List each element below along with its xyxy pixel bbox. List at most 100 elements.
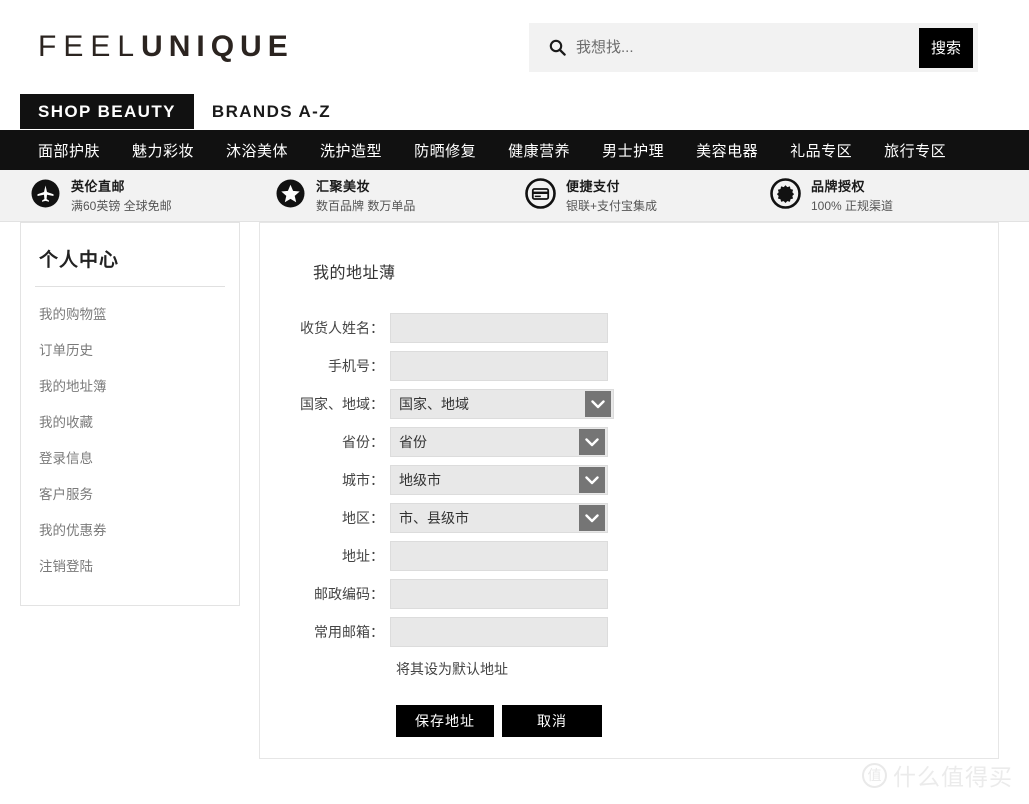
feature-title: 汇聚美妆 [316, 179, 371, 194]
email-field[interactable] [390, 617, 608, 647]
country-region-select[interactable]: 国家、地域 [390, 389, 614, 419]
nav-item-haircare-styling[interactable]: 洗护造型 [304, 140, 398, 161]
seal-icon [770, 177, 801, 214]
chevron-down-icon[interactable] [579, 429, 605, 455]
feature-strip: 英伦直邮 满60英镑 全球免邮 汇聚美妆 数百品牌 数万单品 便捷支付 银联+支… [0, 170, 1029, 222]
nav-item-beauty-devices[interactable]: 美容电器 [680, 140, 774, 161]
feature-text: 品牌授权 100% 正规渠道 [811, 177, 893, 214]
save-address-button[interactable]: 保存地址 [396, 705, 494, 737]
search-button[interactable]: 搜索 [919, 27, 973, 68]
mobile-number-input[interactable] [390, 351, 608, 381]
feature-title: 品牌授权 [811, 179, 866, 194]
credit-card-icon [525, 177, 556, 214]
sidebar-item-favourites[interactable]: 我的收藏 [21, 403, 239, 439]
logo-unique: UNIQUE [141, 30, 294, 63]
field-row-district: 地区： 市、县级市 [290, 503, 968, 533]
address-book-panel: 我的地址薄 收货人姓名： 手机号： 国家、地域： 国家、地域 省份： 省份 城市… [259, 222, 999, 759]
set-default-address-option[interactable]: 将其设为默认地址 [396, 659, 508, 679]
field-row-postal-code: 邮政编码： [290, 579, 968, 609]
field-label: 收货人姓名： [300, 320, 384, 336]
nav-item-gifts[interactable]: 礼品专区 [774, 140, 868, 161]
cancel-button[interactable]: 取消 [502, 705, 602, 737]
sidebar-item-login-info[interactable]: 登录信息 [21, 439, 239, 475]
feature-subtitle: 满60英镑 全球免邮 [71, 199, 172, 213]
tab-shop-beauty[interactable]: SHOP BEAUTY [20, 94, 194, 129]
nav-item-bath-body[interactable]: 沐浴美体 [210, 140, 304, 161]
feature-text: 英伦直邮 满60英镑 全球免邮 [71, 177, 172, 214]
site-logo[interactable]: FEELUNIQUE [38, 32, 294, 62]
feature-brand-authorization: 品牌授权 100% 正规渠道 [735, 177, 980, 214]
feature-title: 便捷支付 [566, 179, 621, 194]
field-label: 常用邮箱： [314, 624, 384, 640]
search-icon [542, 39, 572, 56]
field-label: 省份： [342, 434, 384, 450]
sidebar-item-customer-service[interactable]: 客户服务 [21, 475, 239, 511]
page-content: 个人中心 我的购物篮 订单历史 我的地址簿 我的收藏 登录信息 客户服务 我的优… [0, 222, 1029, 759]
sidebar-item-address-book[interactable]: 我的地址簿 [21, 367, 239, 403]
field-row-country-region: 国家、地域： 国家、地域 [290, 389, 968, 419]
nav-item-travel[interactable]: 旅行专区 [868, 140, 962, 161]
city-select[interactable]: 地级市 [390, 465, 608, 495]
search-bar: 搜索 [529, 23, 978, 72]
feature-text: 便捷支付 银联+支付宝集成 [566, 177, 657, 214]
feature-easy-payment: 便捷支付 银联+支付宝集成 [490, 177, 735, 214]
airplane-icon [30, 178, 61, 214]
field-row-mobile-number: 手机号： [290, 351, 968, 381]
watermark: 值 什么值得买 [862, 758, 1013, 792]
chevron-down-icon[interactable] [579, 467, 605, 493]
sidebar-item-order-history[interactable]: 订单历史 [21, 331, 239, 367]
field-row-city: 城市： 地级市 [290, 465, 968, 495]
sidebar-title: 个人中心 [39, 250, 120, 271]
district-select[interactable]: 市、县级市 [390, 503, 608, 533]
select-value: 国家、地域 [399, 396, 469, 412]
nav-item-health-nutrition[interactable]: 健康营养 [492, 140, 586, 161]
feature-title: 英伦直邮 [71, 179, 126, 194]
page-title: 我的地址薄 [313, 265, 396, 282]
select-value: 市、县级市 [399, 510, 469, 526]
field-label: 国家、地域： [300, 396, 384, 412]
postal-code-input[interactable] [390, 579, 608, 609]
site-header: FEELUNIQUE 搜索 [0, 0, 1029, 94]
sidebar-item-logout[interactable]: 注销登陆 [21, 547, 239, 583]
street-address-input[interactable] [390, 541, 608, 571]
category-nav: 面部护肤 魅力彩妆 沐浴美体 洗护造型 防晒修复 健康营养 男士护理 美容电器 … [0, 130, 1029, 170]
search-input[interactable] [572, 23, 919, 72]
field-label: 邮政编码： [314, 586, 384, 602]
sidebar-item-shopping-basket[interactable]: 我的购物篮 [21, 295, 239, 331]
field-row-email: 常用邮箱： [290, 617, 968, 647]
feature-subtitle: 数百品牌 数万单品 [316, 199, 416, 213]
chevron-down-icon[interactable] [585, 391, 611, 417]
star-icon [275, 178, 306, 214]
primary-tabs: SHOP BEAUTY BRANDS A-Z [0, 94, 1029, 130]
field-label: 手机号： [328, 358, 384, 374]
feature-subtitle: 银联+支付宝集成 [566, 199, 658, 213]
feature-brand-collection: 汇聚美妆 数百品牌 数万单品 [245, 177, 490, 214]
sidebar-item-coupons[interactable]: 我的优惠券 [21, 511, 239, 547]
recipient-name-input[interactable] [390, 313, 608, 343]
field-label: 地址： [342, 548, 384, 564]
nav-item-face-skincare[interactable]: 面部护肤 [22, 140, 116, 161]
select-value: 省份 [399, 434, 427, 450]
watermark-text: 什么值得买 [893, 764, 1013, 790]
chevron-down-icon[interactable] [579, 505, 605, 531]
form-actions: 保存地址 取消 [396, 705, 968, 737]
account-sidebar: 个人中心 我的购物篮 订单历史 我的地址簿 我的收藏 登录信息 客户服务 我的优… [20, 222, 240, 606]
logo-feel: FEEL [38, 30, 142, 63]
default-address-row: 将其设为默认地址 [290, 659, 968, 679]
sidebar-divider [35, 286, 225, 287]
nav-item-makeup[interactable]: 魅力彩妆 [116, 140, 210, 161]
select-value: 地级市 [399, 472, 441, 488]
tab-brands-az[interactable]: BRANDS A-Z [194, 94, 349, 129]
field-row-province: 省份： 省份 [290, 427, 968, 457]
nav-item-mens-care[interactable]: 男士护理 [586, 140, 680, 161]
field-label: 城市： [342, 472, 384, 488]
field-row-street-address: 地址： [290, 541, 968, 571]
province-select[interactable]: 省份 [390, 427, 608, 457]
feature-subtitle: 100% 正规渠道 [811, 199, 894, 213]
watermark-logo-icon: 值 [862, 762, 887, 788]
feature-uk-direct-shipping: 英伦直邮 满60英镑 全球免邮 [0, 177, 245, 214]
feature-text: 汇聚美妆 数百品牌 数万单品 [316, 177, 415, 214]
nav-item-suncare-repair[interactable]: 防晒修复 [398, 140, 492, 161]
field-label: 地区： [342, 510, 384, 526]
field-row-recipient-name: 收货人姓名： [290, 313, 968, 343]
